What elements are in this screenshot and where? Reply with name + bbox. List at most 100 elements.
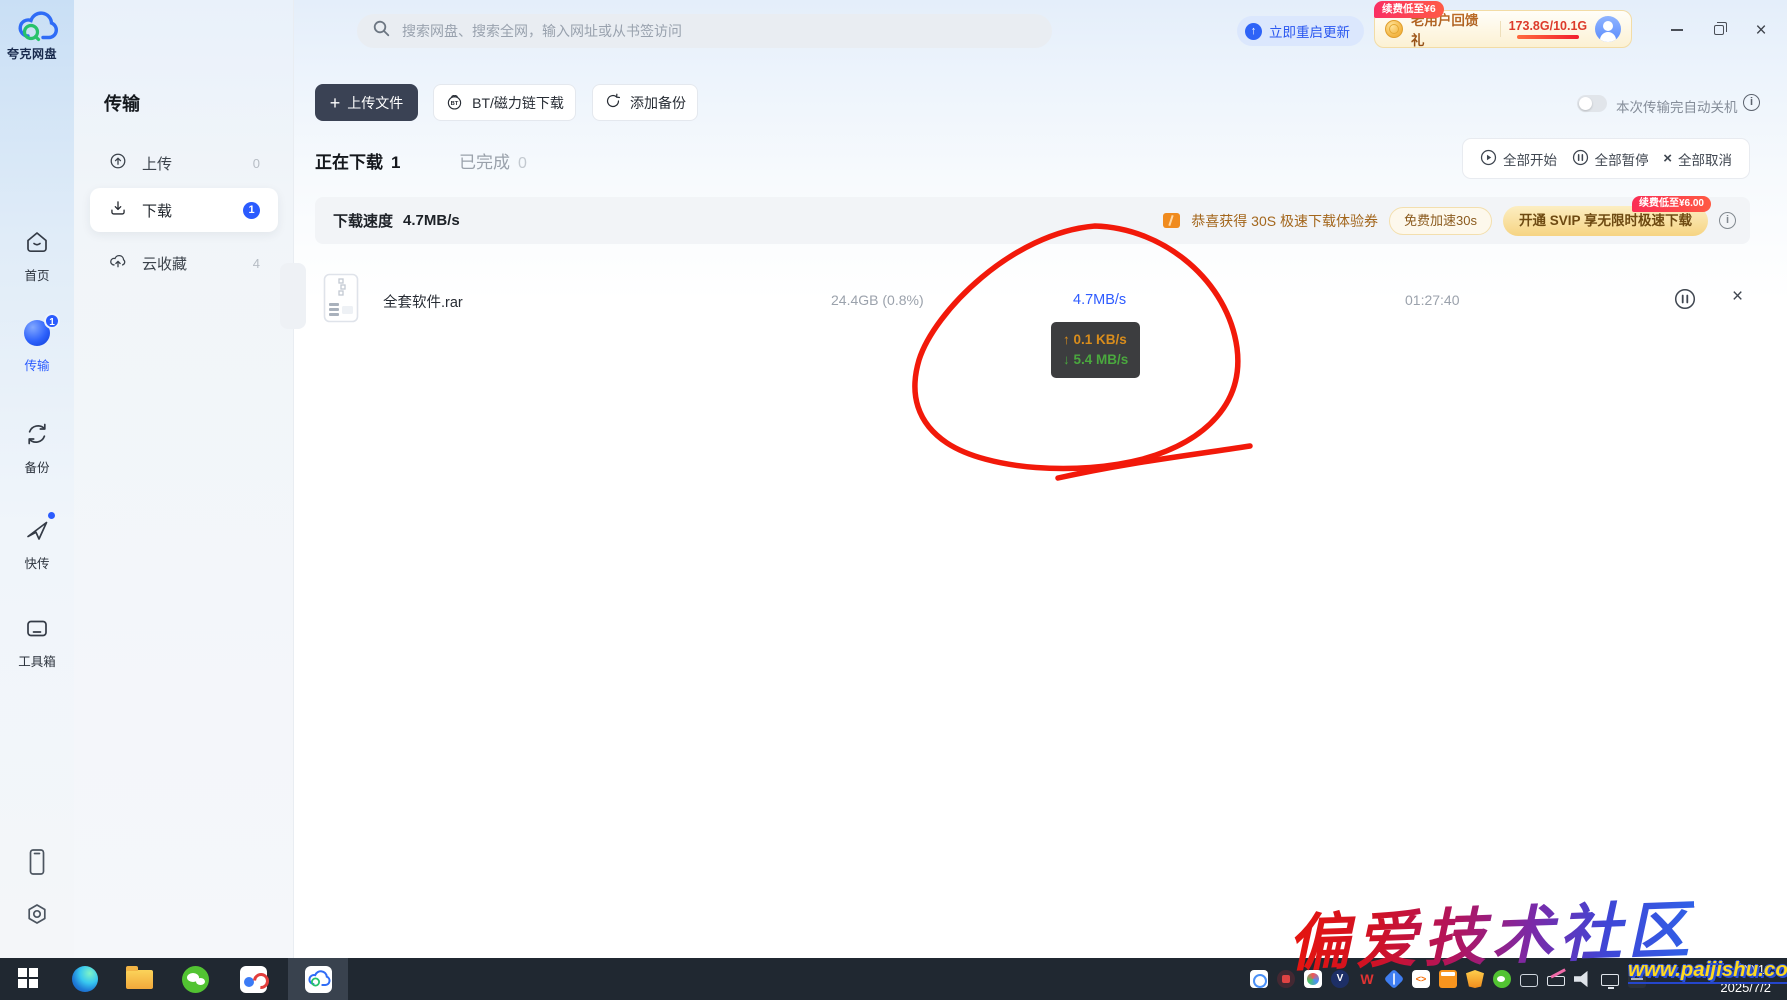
tray-browser-window-icon[interactable] bbox=[1439, 970, 1457, 988]
sidebar-title: 传输 bbox=[104, 90, 140, 116]
auto-shutdown-label: 本次传输完自动关机 bbox=[1616, 96, 1738, 116]
quick-send-notification-dot bbox=[48, 512, 55, 519]
restore-button[interactable] bbox=[1704, 18, 1734, 42]
tray-netdisk-color-icon[interactable] bbox=[1304, 970, 1322, 988]
add-backup-label: 添加备份 bbox=[630, 93, 686, 113]
pause-all-button[interactable]: 全部暂停 bbox=[1572, 149, 1649, 169]
tray-volume-icon[interactable] bbox=[1574, 970, 1592, 988]
tray-wechat-icon[interactable] bbox=[1493, 970, 1511, 988]
row-cancel-button[interactable]: × bbox=[1732, 287, 1743, 306]
tray-thunder-icon[interactable] bbox=[1384, 969, 1404, 989]
user-avatar[interactable] bbox=[1595, 16, 1621, 42]
sidebar-item-cloud-fav[interactable]: 云收藏 4 bbox=[90, 246, 278, 280]
app-window: 夸克网盘 首页 1 传输 bbox=[0, 0, 1787, 1000]
start-all-label: 全部开始 bbox=[1503, 149, 1557, 169]
tray-dev-tool-icon[interactable]: <> bbox=[1412, 970, 1430, 988]
tray-scanner-icon[interactable] bbox=[1520, 974, 1538, 987]
quark-netdisk-taskbar-icon[interactable] bbox=[305, 966, 332, 993]
refresh-icon bbox=[604, 92, 622, 113]
play-circle-icon bbox=[1480, 149, 1497, 169]
system-tray: V W <> bbox=[1250, 970, 1646, 988]
baidu-netdisk-icon[interactable] bbox=[240, 966, 267, 993]
transfer-sphere-icon: 1 bbox=[23, 320, 51, 348]
tab-completed[interactable]: 已完成 0 bbox=[459, 148, 527, 173]
tooltip-upload-speed: ↑ 0.1 KB/s bbox=[1063, 330, 1128, 350]
pause-circle-icon bbox=[1572, 149, 1589, 169]
tray-display-icon[interactable] bbox=[1601, 974, 1619, 986]
close-button[interactable]: × bbox=[1746, 18, 1776, 42]
tray-wps-icon[interactable]: W bbox=[1358, 970, 1376, 988]
wechat-icon[interactable] bbox=[182, 966, 209, 993]
sidebar-item-upload[interactable]: 上传 0 bbox=[90, 146, 278, 180]
upload-circle-icon bbox=[108, 151, 128, 176]
tab-completed-count: 0 bbox=[518, 155, 527, 173]
auto-shutdown-info-icon[interactable]: i bbox=[1743, 94, 1760, 111]
pause-all-label: 全部暂停 bbox=[1595, 149, 1649, 169]
clock-time: 20:11 bbox=[1720, 962, 1771, 979]
update-button-label: 立即重启更新 bbox=[1269, 21, 1350, 41]
tray-downloader-icon[interactable] bbox=[1277, 970, 1295, 988]
speed-tooltip: ↑ 0.1 KB/s ↓ 5.4 MB/s bbox=[1051, 322, 1140, 378]
rail-label-transfer: 传输 bbox=[0, 355, 74, 374]
rail-item-toolbox[interactable]: 工具箱 bbox=[0, 614, 74, 670]
app-title: 夸克网盘 bbox=[7, 45, 71, 62]
minimize-button[interactable] bbox=[1662, 18, 1692, 42]
rar-file-icon bbox=[323, 273, 359, 328]
upload-file-button[interactable]: + 上传文件 bbox=[315, 84, 418, 121]
auto-shutdown-toggle[interactable] bbox=[1577, 95, 1607, 112]
free-accelerate-button[interactable]: 免费加速30s bbox=[1389, 207, 1492, 235]
rail-item-home[interactable]: 首页 bbox=[0, 228, 74, 284]
add-backup-button[interactable]: 添加备份 bbox=[592, 84, 698, 121]
rail-item-settings[interactable] bbox=[0, 901, 74, 934]
edge-browser-icon[interactable] bbox=[72, 966, 98, 992]
row-pause-button[interactable] bbox=[1674, 288, 1696, 310]
rail-label-quick-send: 快传 bbox=[0, 553, 74, 572]
storage-text: 173.8G/10.1G bbox=[1509, 19, 1588, 33]
file-explorer-icon[interactable] bbox=[126, 970, 153, 989]
rail-item-backup[interactable]: 备份 bbox=[0, 420, 74, 476]
coupon-ticket-icon bbox=[1163, 213, 1180, 228]
storage-usage: 173.8G/10.1G bbox=[1509, 19, 1588, 39]
search-bar[interactable] bbox=[357, 14, 1052, 48]
tray-v-app-icon[interactable]: V bbox=[1331, 970, 1349, 988]
tab-downloading-count: 1 bbox=[391, 153, 400, 173]
rail-item-mobile[interactable] bbox=[0, 848, 74, 881]
sidebar-item-download[interactable]: 下载 1 bbox=[90, 188, 278, 232]
speed-value: 4.7MB/s bbox=[403, 212, 460, 229]
tray-usb-pen-icon[interactable] bbox=[1547, 976, 1565, 986]
coin-icon bbox=[1385, 20, 1403, 38]
restart-update-button[interactable]: ↑ 立即重启更新 bbox=[1237, 16, 1364, 46]
tooltip-download-speed: ↓ 5.4 MB/s bbox=[1063, 350, 1128, 370]
download-speed-bar: 下载速度 4.7MB/s 恭喜获得 30S 极速下载体验券 免费加速30s 开通… bbox=[315, 197, 1750, 244]
download-filename[interactable]: 全套软件.rar bbox=[383, 291, 463, 312]
rail-item-quick-send[interactable]: 快传 bbox=[0, 516, 74, 572]
tray-input-method-icon[interactable] bbox=[1628, 970, 1646, 988]
start-all-button[interactable]: 全部开始 bbox=[1480, 149, 1557, 169]
sidebar-label-upload: 上传 bbox=[142, 153, 172, 174]
tab-downloading[interactable]: 正在下载 1 bbox=[315, 148, 400, 173]
upload-file-label: 上传文件 bbox=[347, 93, 403, 113]
windows-start-button[interactable] bbox=[18, 968, 39, 989]
renew-price-badge: 续费低至¥6 bbox=[1374, 1, 1444, 18]
speed-label: 下载速度 bbox=[333, 210, 393, 231]
coupon-promo-text: 恭喜获得 30S 极速下载体验券 bbox=[1191, 211, 1378, 231]
quark-logo-icon bbox=[14, 8, 60, 44]
tray-security-shield-icon[interactable] bbox=[1466, 970, 1484, 988]
search-input[interactable] bbox=[400, 22, 1036, 40]
bt-magnet-icon: BT bbox=[445, 92, 464, 114]
tray-quark-cloud-icon[interactable] bbox=[1250, 970, 1268, 988]
speed-info-icon[interactable]: i bbox=[1719, 212, 1736, 229]
rail-item-transfer[interactable]: 1 传输 bbox=[0, 320, 74, 374]
home-icon bbox=[23, 228, 51, 256]
storage-progress-bar bbox=[1517, 35, 1579, 39]
upload-count: 0 bbox=[253, 156, 260, 171]
cancel-all-button[interactable]: × 全部取消 bbox=[1663, 149, 1732, 169]
left-rail: 夸克网盘 首页 1 传输 bbox=[0, 0, 74, 958]
taskbar-clock[interactable]: 20:11 2025/7/2 bbox=[1720, 962, 1771, 996]
download-speed-value: 4.7MB/s bbox=[1073, 292, 1126, 308]
download-time-left: 01:27:40 bbox=[1405, 292, 1460, 308]
cloud-fav-count: 4 bbox=[253, 256, 260, 271]
bt-magnet-download-button[interactable]: BT BT/磁力链下载 bbox=[433, 84, 576, 121]
open-svip-button[interactable]: 开通 SVIP 享无限时极速下载 续费低至¥6.00 bbox=[1503, 206, 1708, 236]
search-icon bbox=[373, 20, 390, 42]
